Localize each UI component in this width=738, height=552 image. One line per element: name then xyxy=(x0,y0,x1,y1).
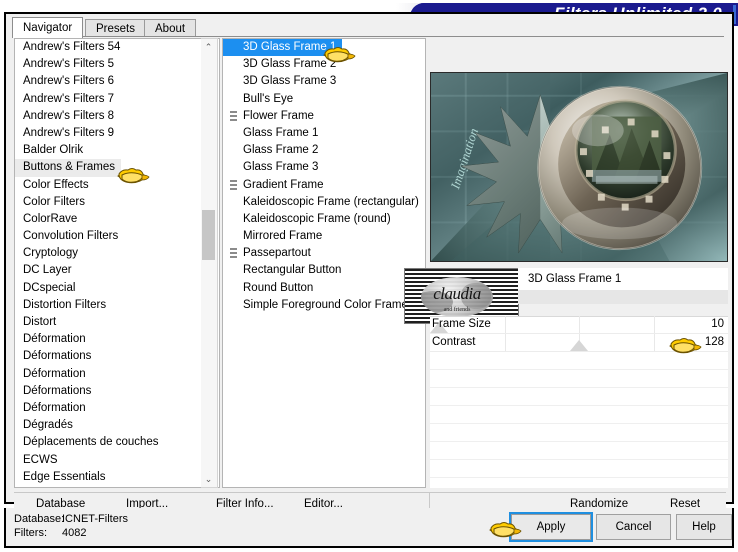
parameter-tick xyxy=(579,316,580,333)
current-filter-name-underbar xyxy=(518,290,728,304)
parameter-value: 10 xyxy=(711,318,724,330)
category-list-item[interactable]: DC Layer xyxy=(15,262,219,279)
filter-list-item[interactable]: Bull's Eye xyxy=(223,91,425,108)
filter-list-item[interactable]: Flower Frame xyxy=(223,108,425,125)
scroll-down-arrow-icon[interactable]: ⌄ xyxy=(201,471,216,487)
category-list-item[interactable]: Déformation xyxy=(15,331,219,348)
category-list-item[interactable]: Andrew's Filters 7 xyxy=(15,91,219,108)
category-list-item[interactable]: Distort xyxy=(15,314,219,331)
category-list-item[interactable]: Distortion Filters xyxy=(15,297,219,314)
filter-list-item[interactable]: Passepartout xyxy=(223,245,425,262)
help-button[interactable]: Help xyxy=(676,514,732,540)
filter-list-item[interactable]: 3D Glass Frame 2 xyxy=(223,56,425,73)
category-list-item[interactable]: Color Filters xyxy=(15,194,219,211)
status-database-label: Database: xyxy=(14,513,65,525)
main-panel-inner: Navigator Presets About Andrew's Filters… xyxy=(6,14,732,519)
parameter-name: Frame Size xyxy=(432,318,491,330)
parameter-list[interactable]: Frame Size 10 Contrast 128 xyxy=(430,316,728,496)
parameter-row-empty xyxy=(430,442,728,460)
category-list-item[interactable]: Déformations xyxy=(15,383,219,400)
category-list-item[interactable]: Edge Essentials xyxy=(15,469,219,486)
status-bar: Database: ICNET-Filters Filters: 4082 Ap… xyxy=(4,508,734,548)
parameter-tick xyxy=(504,334,506,351)
filter-list-item[interactable]: Mirrored Frame xyxy=(223,228,425,245)
category-list-item[interactable]: Déformation xyxy=(15,400,219,417)
category-list-item[interactable]: Déformation xyxy=(15,366,219,383)
logo-subtitle: and friends xyxy=(443,307,471,313)
main-panel: Navigator Presets About Andrew's Filters… xyxy=(4,12,734,519)
category-list-item[interactable]: Color Effects xyxy=(15,177,219,194)
category-list-item[interactable]: ColorRave xyxy=(15,211,219,228)
filter-list-item[interactable]: Glass Frame 2 xyxy=(223,142,425,159)
parameter-name: Contrast xyxy=(432,336,476,348)
preview-artwork-icon: Imagination xyxy=(431,73,727,261)
parameter-tick xyxy=(504,316,506,333)
category-list-item[interactable]: Andrew's Filters 54 xyxy=(15,39,219,56)
apply-button[interactable]: Apply xyxy=(511,514,591,540)
tab-presets[interactable]: Presets xyxy=(85,19,146,37)
category-list-item[interactable]: Andrew's Filters 9 xyxy=(15,125,219,142)
category-list-item[interactable]: Andrew's Filters 8 xyxy=(15,108,219,125)
filter-list-item[interactable]: Kaleidoscopic Frame (round) xyxy=(223,211,425,228)
filter-list-item[interactable]: Glass Frame 3 xyxy=(223,159,425,176)
category-list-item[interactable]: Déplacements de couches xyxy=(15,434,219,451)
category-list-item[interactable]: DCspecial xyxy=(15,280,219,297)
category-list-item[interactable]: Andrew's Filters 5 xyxy=(15,56,219,73)
parameter-row-empty xyxy=(430,424,728,442)
status-filters-label: Filters: xyxy=(14,527,47,539)
category-list-item[interactable]: Cryptology xyxy=(15,245,219,262)
parameter-slider-thumb[interactable] xyxy=(570,340,588,351)
tab-about[interactable]: About xyxy=(144,19,197,37)
category-list-item[interactable]: ECWS xyxy=(15,452,219,469)
preview-image: Imagination xyxy=(430,72,728,262)
filters-unlimited-window: Filters Unlimited 2.0 Navigator Presets … xyxy=(0,0,738,552)
filter-list-item[interactable]: 3D Glass Frame 3 xyxy=(223,73,425,90)
parameter-row-empty xyxy=(430,406,728,424)
category-list-item[interactable]: Andrew's Filters 6 xyxy=(15,73,219,90)
filter-list-item[interactable]: Gradient Frame xyxy=(223,177,425,194)
category-list-scrollbar[interactable]: ⌃ ⌄ xyxy=(201,38,218,488)
parameter-tick xyxy=(653,334,655,351)
status-database-value: ICNET-Filters xyxy=(62,513,128,525)
filter-list-item[interactable]: Kaleidoscopic Frame (rectangular) xyxy=(223,194,425,211)
logo-word: claudia xyxy=(433,284,481,303)
category-list-item[interactable]: Convolution Filters xyxy=(15,228,219,245)
category-list[interactable]: Andrew's Filters 54 Andrew's Filters 5 And… xyxy=(14,38,220,488)
filter-list-item[interactable]: Glass Frame 1 xyxy=(223,125,425,142)
category-list-item[interactable]: Dégradés xyxy=(15,417,219,434)
parameter-row[interactable]: Contrast 128 xyxy=(430,334,728,352)
category-list-item[interactable]: Déformations xyxy=(15,348,219,365)
cancel-button[interactable]: Cancel xyxy=(596,514,671,540)
status-filters-value: 4082 xyxy=(62,527,87,539)
parameter-row-empty xyxy=(430,460,728,478)
parameter-tick xyxy=(653,316,655,333)
parameter-value: 128 xyxy=(704,336,724,348)
tab-bar-underline xyxy=(12,36,724,37)
scrollbar-thumb[interactable] xyxy=(202,210,215,260)
category-list-item[interactable]: Buttons & Frames xyxy=(15,159,122,177)
tab-navigator[interactable]: Navigator xyxy=(12,17,84,38)
filter-list-item[interactable]: Rectangular Button xyxy=(223,262,425,279)
filter-list[interactable]: 3D Glass Frame 1 3D Glass Frame 2 3D Glass… xyxy=(222,38,426,488)
parameter-row-empty xyxy=(430,370,728,388)
filter-list-item[interactable]: Round Button xyxy=(223,280,425,297)
current-filter-name: 3D Glass Frame 1 xyxy=(518,268,728,290)
category-list-item[interactable]: Balder Olrik xyxy=(15,142,219,159)
parameter-row[interactable]: Frame Size 10 xyxy=(430,316,728,334)
right-pane: Imagination claudia and friends 3D Glass… xyxy=(404,38,728,496)
filter-list-item[interactable]: 3D Glass Frame 1 xyxy=(223,39,343,57)
scroll-up-arrow-icon[interactable]: ⌃ xyxy=(201,39,216,55)
filter-list-item[interactable]: Simple Foreground Color Frame xyxy=(223,297,425,314)
parameter-row-empty xyxy=(430,352,728,370)
parameter-row-empty xyxy=(430,388,728,406)
